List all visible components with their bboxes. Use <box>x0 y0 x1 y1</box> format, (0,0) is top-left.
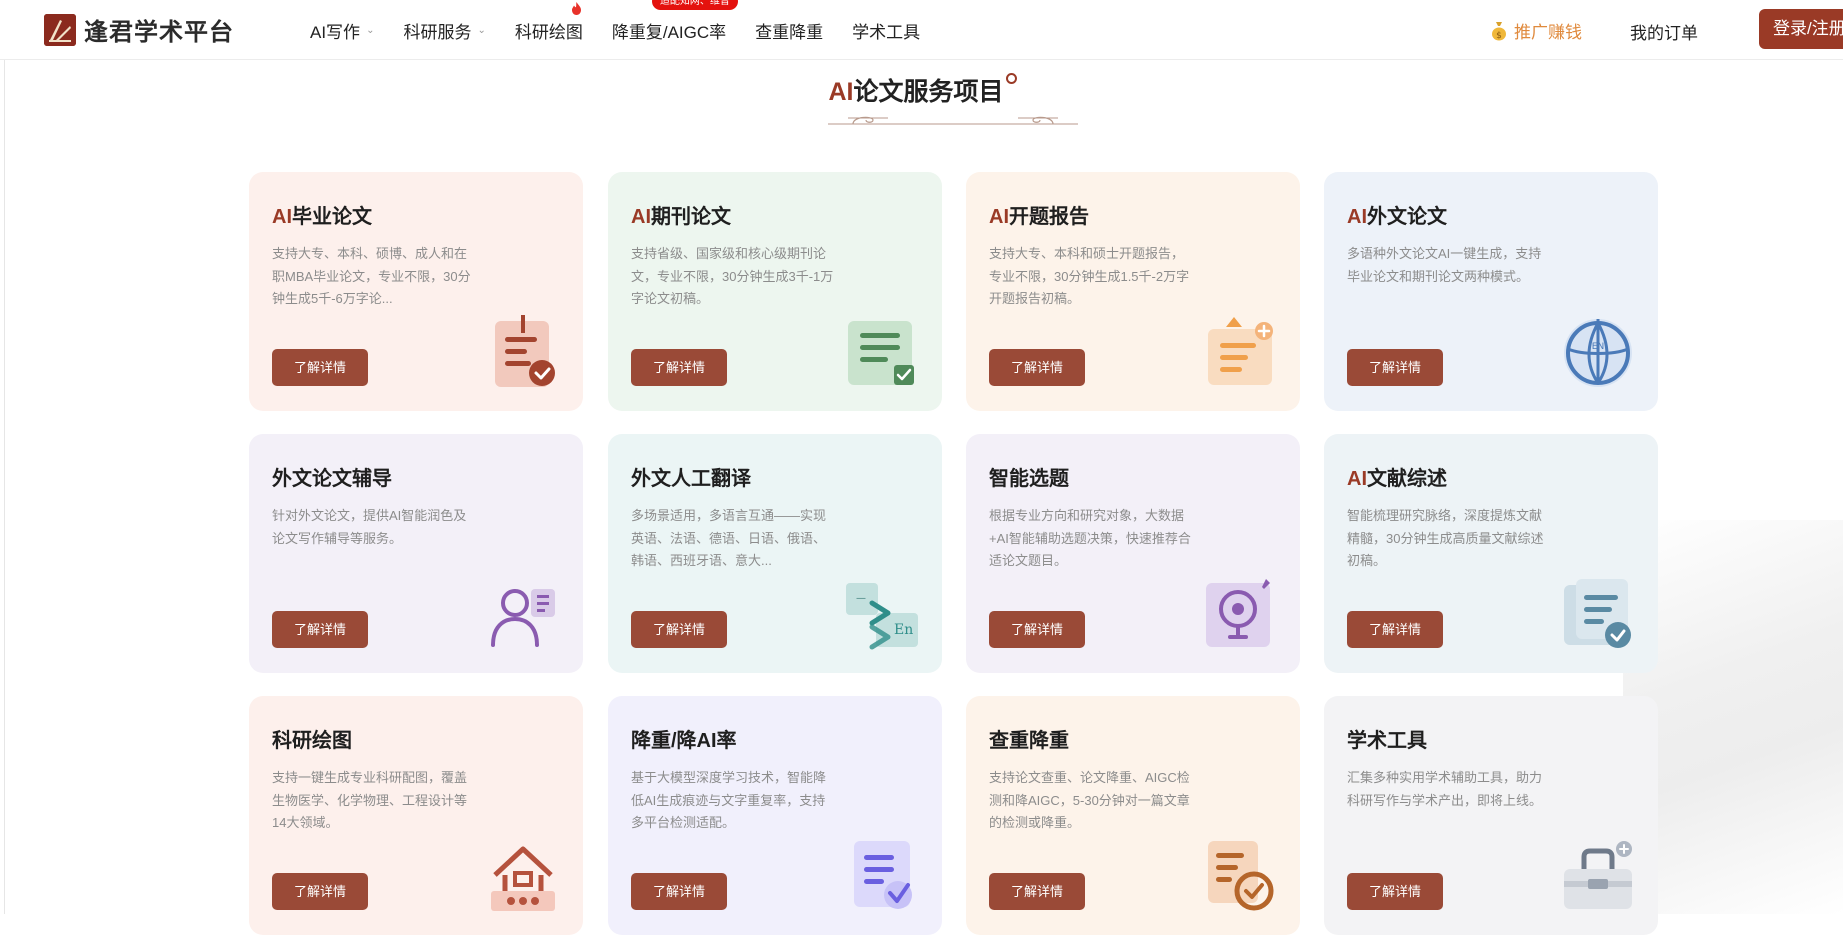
svg-text:—: — <box>856 593 866 604</box>
service-card-ai-proposal-report[interactable]: AI开题报告 支持大专、本科和硕士开题报告，专业不限，30分钟生成1.5千-2万… <box>966 172 1300 411</box>
research-drawing-house-icon <box>491 846 555 911</box>
service-card-foreign-translation[interactable]: 外文人工翻译 多场景适用，多语言互通——实现英语、法语、德语、日语、俄语、韩语、… <box>608 434 942 673</box>
fire-hot-icon <box>571 1 581 15</box>
nav-label: 科研服务 <box>403 22 472 42</box>
card-title: 降重/降AI率 <box>631 730 737 752</box>
nav-item-reduce-duplicate[interactable]: 降重复/AIGC率 适配知网、维普 <box>611 0 738 43</box>
service-card-plagiarism-check[interactable]: 查重降重 支持论文查重、论文降重、AIGC检测和降AIGC，5-30分钟对一篇文… <box>966 696 1300 935</box>
service-card-academic-tools[interactable]: 学术工具 汇集多种实用学术辅助工具，助力科研写作与学术产出，即将上线。 了解详情 <box>1324 696 1658 935</box>
thesis-document-check-icon <box>495 315 555 387</box>
card-title: 查重降重 <box>989 730 1069 752</box>
service-card-reduce-ai-rate[interactable]: 降重/降AI率 基于大模型深度学习技术，智能降低AI生成痕迹与文字重复率，支持多… <box>608 696 942 935</box>
nav-item-plagiarism-check[interactable]: 查重降重 <box>755 18 823 43</box>
translate-en-icon: — En <box>846 583 918 650</box>
card-description: 针对外文论文，提供AI智能润色及论文写作辅导等服务。 <box>272 508 467 546</box>
service-card-ai-graduation-thesis[interactable]: AI毕业论文 支持大专、本科、硕博、成人和在职MBA毕业论文，专业不限，30分钟… <box>249 172 583 411</box>
learn-more-button[interactable]: 了解详情 <box>1347 349 1443 386</box>
service-card-research-drawing[interactable]: 科研绘图 支持一键生成专业科研配图，覆盖生物医学、化学物理、工程设计等14大领域… <box>249 696 583 935</box>
learn-more-button[interactable]: 了解详情 <box>272 611 368 648</box>
learn-more-button[interactable]: 了解详情 <box>631 349 727 386</box>
toolbox-icon <box>1564 841 1632 909</box>
card-description: 多场景适用，多语言互通——实现英语、法语、德语、日语、俄语、韩语、西班牙语、意大… <box>631 508 827 568</box>
nav-label: 科研绘图 <box>514 22 583 42</box>
nav-label: 学术工具 <box>852 22 921 42</box>
card-title: 科研绘图 <box>272 730 352 752</box>
learn-more-button[interactable]: 了解详情 <box>631 611 727 648</box>
title-dot-icon <box>1005 73 1017 84</box>
svg-text:EN: EN <box>1592 342 1604 352</box>
proposal-report-icon <box>1208 317 1273 385</box>
site-logo[interactable]: 逢君学术平台 <box>44 12 234 47</box>
left-border-line <box>4 60 5 914</box>
card-description: 汇集多种实用学术辅助工具，助力科研写作与学术产出，即将上线。 <box>1347 770 1543 808</box>
learn-more-button[interactable]: 了解详情 <box>989 611 1085 648</box>
globe-language-icon: EN <box>1564 319 1632 387</box>
card-description: 支持论文查重、论文降重、AIGC检测和降AIGC，5-30分钟对一篇文章的检测或… <box>989 770 1190 830</box>
promo-label: 推广赚钱 <box>1514 23 1582 42</box>
learn-more-button[interactable]: 了解详情 <box>989 349 1085 386</box>
svg-text:$: $ <box>1496 31 1502 41</box>
learn-more-button[interactable]: 了解详情 <box>989 873 1085 910</box>
nav-item-research-drawing[interactable]: 科研绘图 <box>514 1 583 43</box>
section-title-prefix: AI <box>828 78 854 106</box>
promo-link[interactable]: $ 推广赚钱 <box>1490 18 1582 43</box>
main-nav: AI写作 ⌄ 科研服务 ⌄ 科研绘图 降重复/AIGC率 适配知网、维普 查重降… <box>310 0 949 60</box>
logo-text: 逢君学术平台 <box>84 17 234 46</box>
card-description: 多语种外文论文AI一键生成，支持毕业论文和期刊论文两种模式。 <box>1347 246 1542 284</box>
card-title: AI期刊论文 <box>631 206 731 228</box>
card-title: 学术工具 <box>1347 730 1427 752</box>
login-register-button[interactable]: 登录/注册 <box>1759 9 1843 49</box>
nav-item-ai-writing[interactable]: AI写作 ⌄ <box>310 18 374 43</box>
smart-topic-webcam-icon <box>1206 579 1270 647</box>
nav-item-academic-tools[interactable]: 学术工具 <box>852 18 920 43</box>
svg-text:En: En <box>894 622 913 638</box>
card-description: 基于大模型深度学习技术，智能降低AI生成痕迹与文字重复率，支持多平台检测适配。 <box>631 770 827 830</box>
nav-item-research-services[interactable]: 科研服务 ⌄ <box>403 18 485 43</box>
nav-label: AI写作 <box>310 22 361 42</box>
literature-review-check-icon <box>1564 579 1631 648</box>
learn-more-button[interactable]: 了解详情 <box>631 873 727 910</box>
card-title: 外文论文辅导 <box>272 468 392 490</box>
title-ornament-icon <box>828 116 1078 125</box>
learn-more-button[interactable]: 了解详情 <box>272 873 368 910</box>
service-card-foreign-paper-tutoring[interactable]: 外文论文辅导 针对外文论文，提供AI智能润色及论文写作辅导等服务。 了解详情 <box>249 434 583 673</box>
card-description: 支持大专、本科、硕博、成人和在职MBA毕业论文，专业不限，30分钟生成5千-6万… <box>272 246 471 306</box>
service-card-smart-topic[interactable]: 智能选题 根据专业方向和研究对象，大数据+AI智能辅助选题决策，快速推荐合适论文… <box>966 434 1300 673</box>
card-title: AI毕业论文 <box>272 206 372 228</box>
nav-label: 降重复/AIGC率 <box>611 22 727 42</box>
top-header: 逢君学术平台 AI写作 ⌄ 科研服务 ⌄ 科研绘图 降重复/AIGC率 适配知网… <box>0 0 1843 60</box>
card-title: 智能选题 <box>989 468 1069 490</box>
learn-more-button[interactable]: 了解详情 <box>272 349 368 386</box>
card-description: 支持省级、国家级和核心级期刊论文，专业不限，30分钟生成3千-1万字论文初稿。 <box>631 246 834 306</box>
logo-mark-icon <box>44 13 76 46</box>
service-card-ai-journal-paper[interactable]: AI期刊论文 支持省级、国家级和核心级期刊论文，专业不限，30分钟生成3千-1万… <box>608 172 942 411</box>
nav-label: 查重降重 <box>755 22 824 42</box>
section-title-text: 论文服务项目 <box>853 78 1004 106</box>
card-description: 智能梳理研究脉络，深度提炼文献精髓，30分钟生成高质量文献综述初稿。 <box>1347 508 1544 568</box>
section-title: AI论文服务项目 <box>0 72 1843 108</box>
money-bag-icon: $ <box>1492 21 1506 41</box>
service-card-ai-literature-review[interactable]: AI文献综述 智能梳理研究脉络，深度提炼文献精髓，30分钟生成高质量文献综述初稿… <box>1324 434 1658 673</box>
plagiarism-check-icon <box>1208 841 1274 911</box>
learn-more-button[interactable]: 了解详情 <box>1347 873 1443 910</box>
card-title: AI开题报告 <box>989 206 1089 228</box>
chevron-down-icon: ⌄ <box>366 24 375 36</box>
rewrite-check-icon <box>854 841 912 909</box>
card-title: AI外文论文 <box>1347 206 1447 228</box>
card-title: 外文人工翻译 <box>631 468 751 490</box>
adapt-badge: 适配知网、维普 <box>651 0 738 10</box>
card-title: AI文献综述 <box>1347 468 1447 490</box>
my-orders-link[interactable]: 我的订单 <box>1630 19 1698 44</box>
service-card-ai-foreign-paper[interactable]: AI外文论文 多语种外文论文AI一键生成，支持毕业论文和期刊论文两种模式。 了解… <box>1324 172 1658 411</box>
card-description: 支持一键生成专业科研配图，覆盖生物医学、化学物理、工程设计等14大领域。 <box>272 770 468 830</box>
chevron-down-icon: ⌄ <box>477 24 486 36</box>
card-description: 根据专业方向和研究对象，大数据+AI智能辅助选题决策，快速推荐合适论文题目。 <box>989 508 1191 568</box>
tutor-person-icon <box>491 589 555 647</box>
learn-more-button[interactable]: 了解详情 <box>1347 611 1443 648</box>
journal-list-check-icon <box>848 321 914 385</box>
card-description: 支持大专、本科和硕士开题报告，专业不限，30分钟生成1.5千-2万字开题报告初稿… <box>989 246 1190 306</box>
